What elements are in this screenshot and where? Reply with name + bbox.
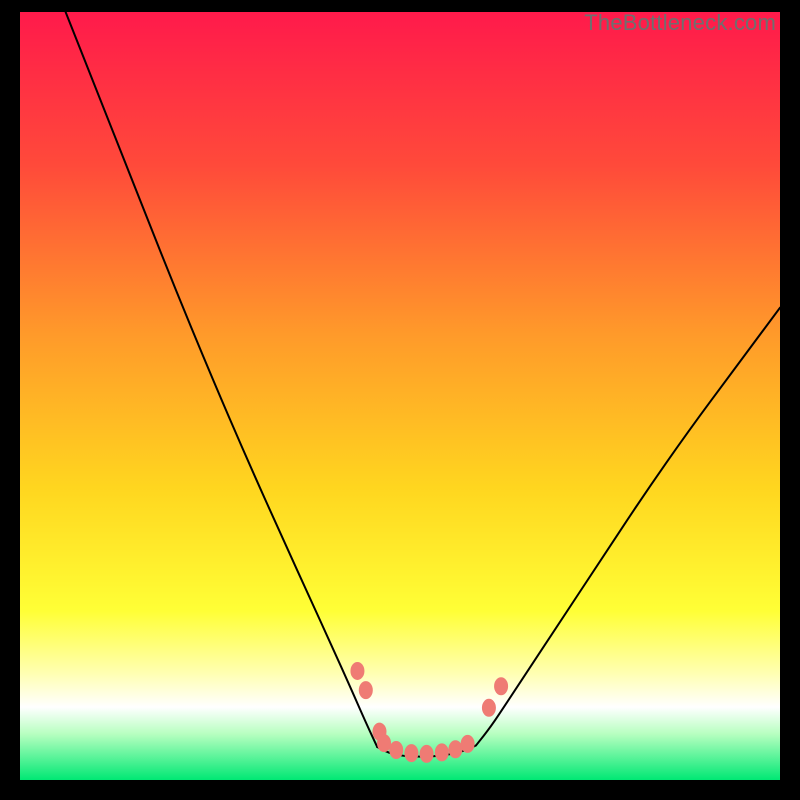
- marker-dot: [404, 744, 418, 762]
- marker-dot: [435, 743, 449, 761]
- marker-dot: [359, 681, 373, 699]
- marker-dot: [350, 662, 364, 680]
- marker-dot: [482, 699, 496, 717]
- marker-dot: [377, 734, 391, 752]
- chart-svg: [20, 12, 780, 780]
- gradient-background: [20, 12, 780, 780]
- watermark-text: TheBottleneck.com: [584, 10, 776, 36]
- marker-dot: [494, 677, 508, 695]
- marker-dot: [448, 740, 462, 758]
- chart-stage: TheBottleneck.com: [0, 0, 800, 800]
- marker-dot: [420, 745, 434, 763]
- chart-panel: [20, 12, 780, 780]
- marker-dot: [389, 741, 403, 759]
- marker-dot: [461, 735, 475, 753]
